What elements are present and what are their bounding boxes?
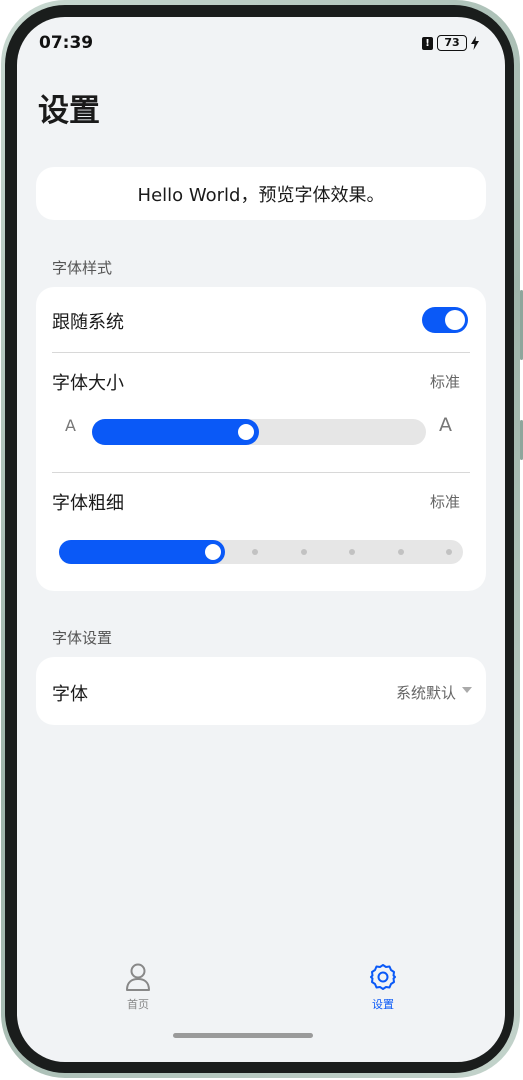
battery-level: 73 [444, 36, 460, 49]
dropdown-arrow-icon [462, 687, 472, 693]
tab-home-label: 首页 [127, 998, 149, 1011]
font-weight-slider-fill [59, 540, 225, 564]
slider-step-dot [446, 549, 452, 555]
slider-step-dot [349, 549, 355, 555]
font-size-large-glyph: A [439, 414, 452, 436]
font-preview-text: Hello World，预览字体效果。 [137, 185, 385, 206]
font-size-slider-fill [92, 419, 259, 445]
font-label: 字体 [52, 684, 88, 705]
follow-system-toggle[interactable] [422, 307, 468, 333]
section-header-font-settings: 字体设置 [52, 629, 113, 647]
battery-icon: 73 [437, 35, 467, 51]
status-bar: 07:39 ! 73 [17, 17, 505, 67]
font-weight-slider[interactable] [59, 540, 463, 564]
font-size-small-glyph: A [65, 416, 76, 435]
font-weight-slider-handle[interactable] [205, 544, 221, 560]
font-preview-card: Hello World，预览字体效果。 [36, 167, 486, 220]
divider [52, 352, 470, 353]
alert-icon: ! [422, 36, 433, 50]
person-icon [126, 963, 150, 991]
font-select-row[interactable]: 字体 系统默认 [36, 657, 486, 725]
gear-icon [370, 964, 396, 990]
slider-step-dot [398, 549, 404, 555]
font-style-card: 跟随系统 字体大小 标准 A A 字体粗细 标准 [36, 287, 486, 591]
status-icons: ! 73 [422, 35, 479, 51]
tab-settings[interactable]: 设置 [343, 962, 423, 1012]
slider-step-dot [252, 549, 258, 555]
home-indicator[interactable] [173, 1033, 313, 1038]
slider-step-dot [301, 549, 307, 555]
section-header-font-style: 字体样式 [52, 259, 113, 277]
font-size-slider-handle[interactable] [238, 424, 254, 440]
font-size-value: 标准 [429, 373, 460, 391]
follow-system-label: 跟随系统 [52, 312, 124, 333]
tab-settings-label: 设置 [372, 998, 394, 1011]
font-weight-value: 标准 [429, 493, 460, 511]
status-time: 07:39 [39, 33, 94, 53]
font-size-slider[interactable] [92, 419, 426, 445]
toggle-knob [445, 310, 465, 330]
font-weight-label: 字体粗细 [52, 493, 124, 514]
page-title: 设置 [38, 93, 100, 129]
tab-home[interactable]: 首页 [98, 962, 178, 1012]
screen: 07:39 ! 73 设置 Hello World，预览字体效果。 字体样式 跟… [17, 17, 505, 1062]
bolt-icon [471, 36, 479, 50]
divider [52, 472, 470, 473]
tab-bar: 首页 设置 [17, 962, 505, 1032]
font-size-label: 字体大小 [52, 373, 124, 394]
font-value: 系统默认 [395, 684, 456, 702]
